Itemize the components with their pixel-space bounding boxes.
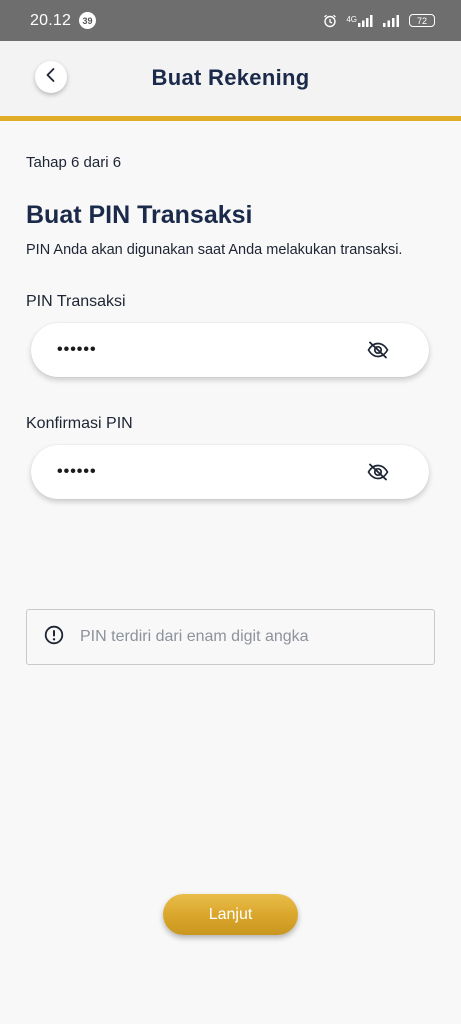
network-type: 4G (346, 15, 357, 24)
confirm-pin-field-label: Konfirmasi PIN (26, 415, 133, 432)
pin-info-box: PIN terdiri dari enam digit angka (26, 609, 435, 665)
info-circle-icon (44, 625, 64, 650)
battery-icon: 72 (409, 14, 435, 27)
eye-off-icon[interactable] (367, 341, 389, 359)
pin-field-label: PIN Transaksi (26, 293, 126, 310)
notification-badge: 39 (79, 12, 97, 29)
page-header-title: Buat Rekening (151, 65, 310, 90)
pin-info-text: PIN terdiri dari enam digit angka (80, 628, 309, 645)
eye-off-icon[interactable] (367, 463, 389, 481)
continue-button[interactable]: Lanjut (163, 894, 298, 935)
app-header: Buat Rekening (0, 41, 461, 116)
confirm-pin-input[interactable]: •••••• (31, 445, 429, 499)
confirm-pin-input-value: •••••• (57, 463, 97, 480)
signal-4g-icon: 4G (346, 14, 374, 27)
status-bar: 20.12 39 4G 72 (0, 0, 461, 41)
signal-icon (383, 14, 400, 27)
pin-input[interactable]: •••••• (31, 323, 429, 377)
page-title: Buat PIN Transaksi (26, 201, 253, 229)
status-icons: 4G 72 (323, 14, 435, 28)
pin-input-value: •••••• (57, 341, 97, 358)
header-accent-bar (0, 116, 461, 121)
status-time: 20.12 (30, 11, 72, 29)
alarm-icon (323, 14, 337, 28)
step-indicator: Tahap 6 dari 6 (26, 154, 122, 171)
page-description: PIN Anda akan digunakan saat Anda melaku… (26, 242, 403, 258)
